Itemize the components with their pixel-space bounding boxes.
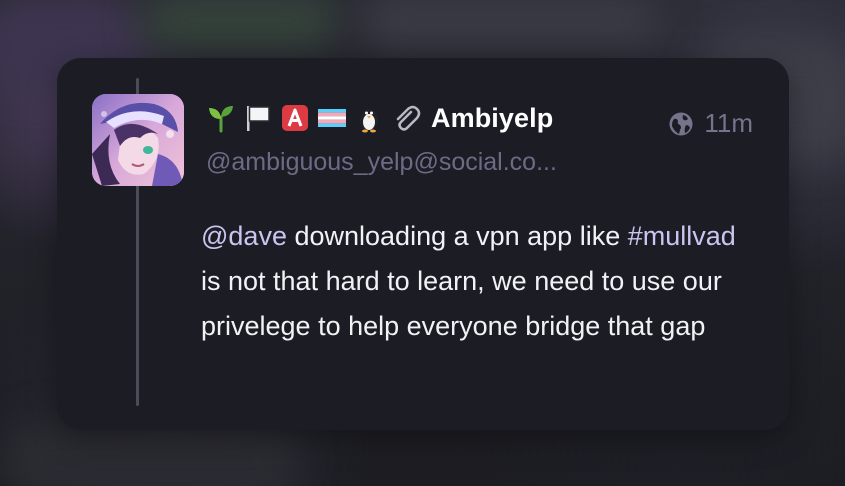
mention-link[interactable]: @dave [201, 221, 287, 251]
avatar-image [92, 94, 184, 186]
paperclip-icon [396, 105, 421, 131]
display-name-emojis [206, 103, 421, 133]
globe-icon [669, 112, 693, 135]
avatar[interactable] [92, 94, 184, 186]
penguin-icon [360, 109, 378, 133]
post-timestamp[interactable]: 11m [704, 108, 753, 139]
content-text: is not that hard to learn, we need to us… [201, 266, 722, 341]
a-button-icon [282, 105, 308, 131]
background-blur [140, 0, 340, 50]
content-text: downloading a vpn app like [286, 221, 628, 251]
post-content: @dave downloading a vpn app like #mullva… [201, 214, 741, 349]
hashtag-link[interactable]: #mullvad [628, 221, 736, 251]
post-meta: 11m [668, 108, 753, 139]
account-handle[interactable]: @ambiguous_yelp@social.co... [206, 148, 557, 177]
display-name[interactable]: Ambiyelp [431, 103, 553, 134]
background-blur [360, 0, 660, 50]
seedling-icon [209, 106, 233, 133]
trans-flag-icon [318, 109, 346, 127]
post-header: Ambiyelp [206, 100, 553, 136]
white-flag-icon [247, 106, 270, 131]
